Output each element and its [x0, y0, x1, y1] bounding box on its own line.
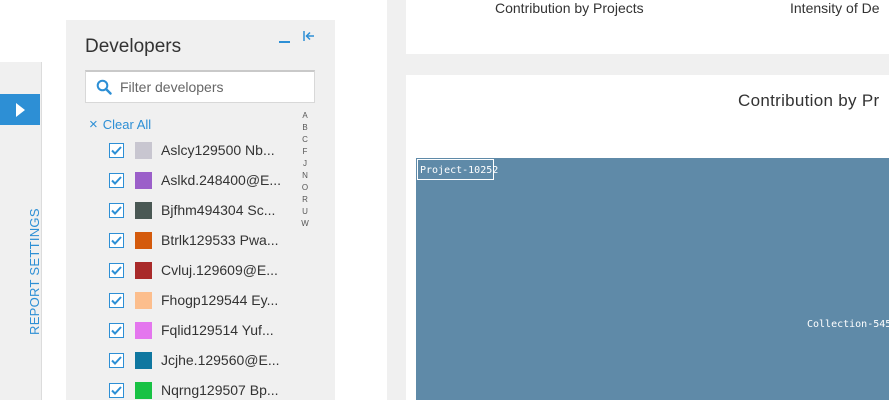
developer-checkbox[interactable] [109, 232, 124, 248]
checkmark-icon [111, 295, 122, 305]
checkmark-icon [111, 385, 122, 395]
checkmark-icon [111, 265, 122, 275]
developer-color-swatch [135, 321, 152, 339]
checkmark-icon [111, 205, 122, 215]
developer-checkbox[interactable] [109, 382, 124, 398]
developers-panel: Developers × Clear All ABCFJNORUW Aslcy1… [66, 20, 335, 400]
developer-item[interactable]: Nqrng129507 Bp... [109, 375, 299, 400]
developer-color-swatch [135, 141, 152, 159]
developer-color-swatch [135, 291, 152, 309]
chart-card: Contribution by Pr Project-10252 Collect… [406, 75, 889, 400]
panel-title: Developers [85, 36, 182, 57]
developer-item[interactable]: Fqlid129514 Yuf... [109, 315, 299, 345]
developer-item[interactable]: Fhogp129544 Ey... [109, 285, 299, 315]
developer-color-swatch [135, 231, 152, 249]
developer-name: Cvluj.129609@E... [161, 262, 278, 278]
alpha-letter[interactable]: B [300, 122, 310, 134]
treemap: Project-10252 Collection-5459 [416, 158, 889, 400]
report-tabs: Contribution by Projects Intensity of De [406, 0, 889, 54]
developer-checkbox[interactable] [109, 262, 124, 278]
checkmark-icon [111, 325, 122, 335]
app-page: REPORT SETTINGS Developers × Clear All A… [0, 0, 889, 400]
collapse-left-icon[interactable] [302, 29, 316, 43]
alpha-letter[interactable]: O [300, 182, 310, 194]
developer-name: Bjfhm494304 Sc... [161, 202, 276, 218]
developer-color-swatch [135, 351, 152, 369]
report-settings-label[interactable]: REPORT SETTINGS [27, 208, 42, 335]
filter-box [85, 70, 315, 103]
minimize-icon[interactable] [278, 34, 292, 48]
developer-color-swatch [135, 381, 152, 399]
developer-list: Aslcy129500 Nb... Aslkd.248400@E... Bjfhm4… [109, 135, 299, 400]
treemap-collection-cell[interactable] [416, 158, 889, 400]
expand-settings-button[interactable] [0, 94, 40, 125]
developer-name: Jcjhe.129560@E... [161, 352, 280, 368]
developer-checkbox[interactable] [109, 202, 124, 218]
close-icon: × [89, 116, 98, 133]
developer-checkbox[interactable] [109, 142, 124, 158]
project-label: Project-10252 [420, 165, 498, 176]
alpha-letter[interactable]: C [300, 134, 310, 146]
developer-checkbox[interactable] [109, 172, 124, 188]
developer-checkbox[interactable] [109, 292, 124, 308]
developer-checkbox[interactable] [109, 322, 124, 338]
chart-title: Contribution by Pr [738, 91, 880, 110]
alpha-letter[interactable]: U [300, 206, 310, 218]
developer-checkbox[interactable] [109, 352, 124, 368]
developer-item[interactable]: Btrlk129533 Pwa... [109, 225, 299, 255]
tab-contribution-by-projects[interactable]: Contribution by Projects [495, 0, 644, 16]
clear-all-label: Clear All [102, 117, 152, 132]
checkmark-icon [111, 175, 122, 185]
developer-name: Btrlk129533 Pwa... [161, 232, 279, 248]
developer-name: Aslkd.248400@E... [161, 172, 282, 188]
alpha-letter[interactable]: W [300, 218, 310, 230]
alpha-letter[interactable]: F [300, 146, 310, 158]
play-arrow-icon [16, 102, 25, 117]
developer-name: Fqlid129514 Yuf... [161, 322, 274, 338]
developer-name: Fhogp129544 Ey... [161, 292, 279, 308]
checkmark-icon [111, 145, 122, 155]
developer-item[interactable]: Aslcy129500 Nb... [109, 135, 299, 165]
developer-item[interactable]: Bjfhm494304 Sc... [109, 195, 299, 225]
developer-item[interactable]: Aslkd.248400@E... [109, 165, 299, 195]
developer-item[interactable]: Jcjhe.129560@E... [109, 345, 299, 375]
clear-all-button[interactable]: × Clear All [89, 117, 151, 132]
tab-intensity[interactable]: Intensity of De [790, 0, 880, 16]
collection-label: Collection-5459 [807, 319, 889, 330]
developer-name: Nqrng129507 Bp... [161, 382, 279, 398]
checkmark-icon [111, 235, 122, 245]
developer-color-swatch [135, 171, 152, 189]
alpha-letter[interactable]: N [300, 170, 310, 182]
alpha-letter[interactable]: J [300, 158, 310, 170]
developer-item[interactable]: Cvluj.129609@E... [109, 255, 299, 285]
developer-color-swatch [135, 201, 152, 219]
filter-developers-input[interactable] [120, 79, 310, 95]
checkmark-icon [111, 355, 122, 365]
developer-color-swatch [135, 261, 152, 279]
alphabet-index: ABCFJNORUW [300, 110, 310, 230]
alpha-letter[interactable]: A [300, 110, 310, 122]
search-icon [96, 79, 112, 95]
alpha-letter[interactable]: R [300, 194, 310, 206]
developer-name: Aslcy129500 Nb... [161, 142, 275, 158]
